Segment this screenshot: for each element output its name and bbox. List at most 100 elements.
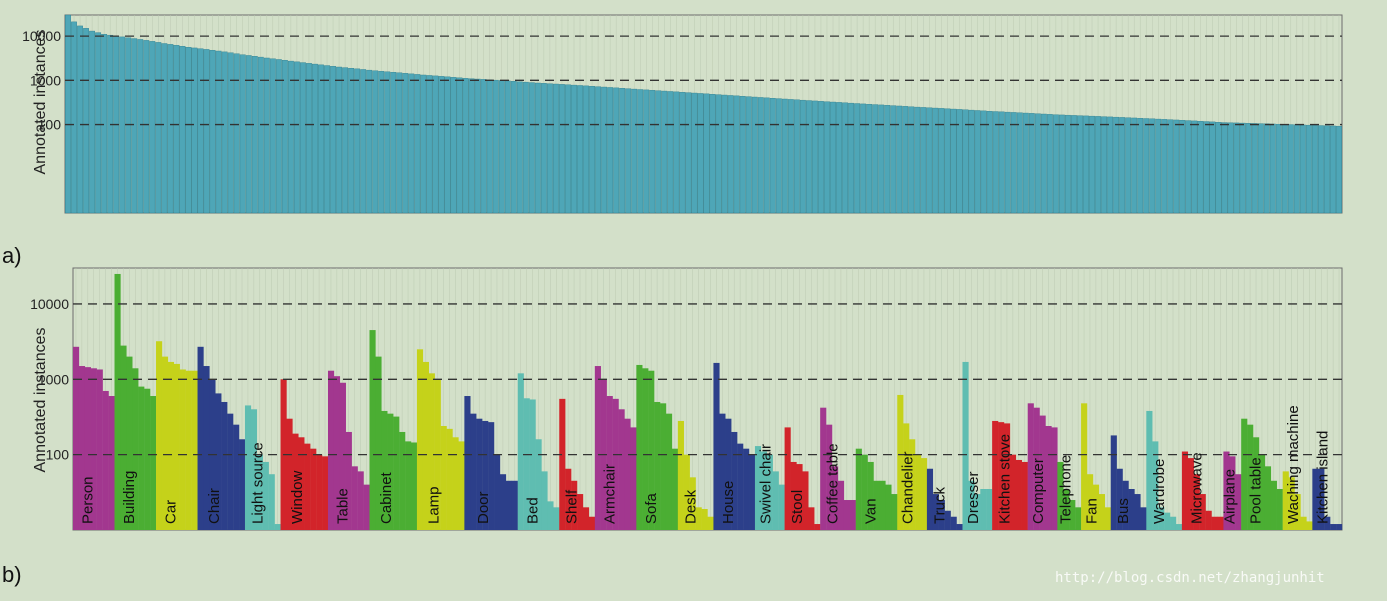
- bar: [1241, 418, 1248, 530]
- group-label: Kitchen island: [1315, 431, 1332, 524]
- bar: [71, 21, 77, 214]
- bar: [1170, 516, 1177, 530]
- bar: [1311, 125, 1318, 214]
- bar: [275, 59, 282, 214]
- panel-a-letter: a): [2, 243, 22, 268]
- group-label: Van: [862, 498, 879, 524]
- bar: [944, 108, 951, 214]
- bar: [1211, 516, 1218, 530]
- bar: [553, 507, 560, 530]
- bar: [369, 330, 376, 530]
- group-label: Building: [121, 471, 138, 524]
- bar: [879, 480, 886, 530]
- bar: [649, 90, 656, 214]
- bar: [691, 92, 698, 214]
- bar: [161, 43, 168, 214]
- bar: [209, 49, 216, 214]
- bar: [625, 88, 632, 214]
- bar: [842, 102, 848, 214]
- bar: [1143, 118, 1150, 214]
- bar: [416, 349, 424, 530]
- bar: [468, 78, 475, 214]
- bar: [843, 500, 851, 530]
- bar: [511, 480, 518, 530]
- bar: [1185, 120, 1192, 214]
- bar: [806, 100, 812, 214]
- bar: [1336, 125, 1342, 214]
- bar: [713, 362, 720, 530]
- bar: [896, 105, 903, 214]
- bar: [83, 28, 89, 214]
- bar: [1336, 524, 1343, 530]
- bar: [559, 84, 565, 214]
- group-label: Light source: [249, 442, 266, 524]
- bar: [830, 101, 836, 214]
- bar: [215, 50, 222, 214]
- bar: [528, 82, 535, 214]
- bar: [1275, 123, 1282, 214]
- bar: [860, 103, 867, 214]
- bar: [446, 428, 453, 530]
- bar: [685, 92, 692, 214]
- bar: [1324, 125, 1330, 214]
- group-label: Truck: [931, 487, 948, 524]
- bar: [480, 79, 487, 214]
- bar: [1270, 480, 1277, 530]
- bar: [546, 83, 553, 214]
- bar: [351, 466, 358, 530]
- bar: [1051, 427, 1058, 530]
- group-label: Person: [80, 476, 97, 524]
- bar: [149, 41, 156, 214]
- bar: [1233, 122, 1240, 214]
- bar: [360, 69, 367, 214]
- bar: [516, 81, 523, 214]
- bar: [227, 52, 234, 214]
- bar: [1251, 123, 1258, 214]
- bar: [956, 524, 963, 530]
- group-label: Bus: [1115, 498, 1132, 524]
- bar: [327, 370, 335, 530]
- group-label: Cabinet: [378, 471, 395, 524]
- bar: [1203, 121, 1210, 214]
- bar: [547, 501, 554, 530]
- bar: [1245, 123, 1252, 214]
- bar: [191, 370, 198, 530]
- bar: [1058, 114, 1065, 214]
- bar: [1293, 124, 1300, 214]
- bar: [197, 48, 204, 214]
- bar: [703, 93, 710, 214]
- bar: [268, 474, 275, 530]
- bar: [1257, 123, 1264, 214]
- bar: [673, 91, 680, 214]
- bar: [671, 448, 679, 530]
- bar: [1015, 459, 1022, 530]
- bar: [281, 60, 288, 214]
- bar: [1306, 521, 1313, 530]
- bar: [1197, 121, 1204, 214]
- bar: [637, 89, 644, 214]
- bar: [287, 60, 294, 214]
- bar: [775, 98, 782, 214]
- bar: [125, 37, 132, 214]
- bar: [137, 39, 144, 214]
- bar: [914, 106, 921, 214]
- bar: [902, 106, 909, 214]
- bar: [1209, 121, 1216, 214]
- group-label: Chandelier: [900, 451, 917, 524]
- bar: [595, 86, 601, 214]
- bar: [751, 96, 758, 214]
- bar: [950, 516, 957, 530]
- bar: [138, 386, 145, 530]
- bar: [411, 442, 418, 530]
- bar: [102, 390, 109, 530]
- bar: [571, 84, 577, 214]
- bar: [757, 97, 764, 214]
- bar: [848, 102, 854, 214]
- bar: [504, 80, 511, 214]
- bar: [884, 105, 891, 214]
- bar: [793, 99, 800, 214]
- bar: [986, 111, 993, 214]
- bar: [667, 91, 674, 214]
- group-label: Chair: [206, 488, 223, 524]
- bar: [505, 480, 513, 530]
